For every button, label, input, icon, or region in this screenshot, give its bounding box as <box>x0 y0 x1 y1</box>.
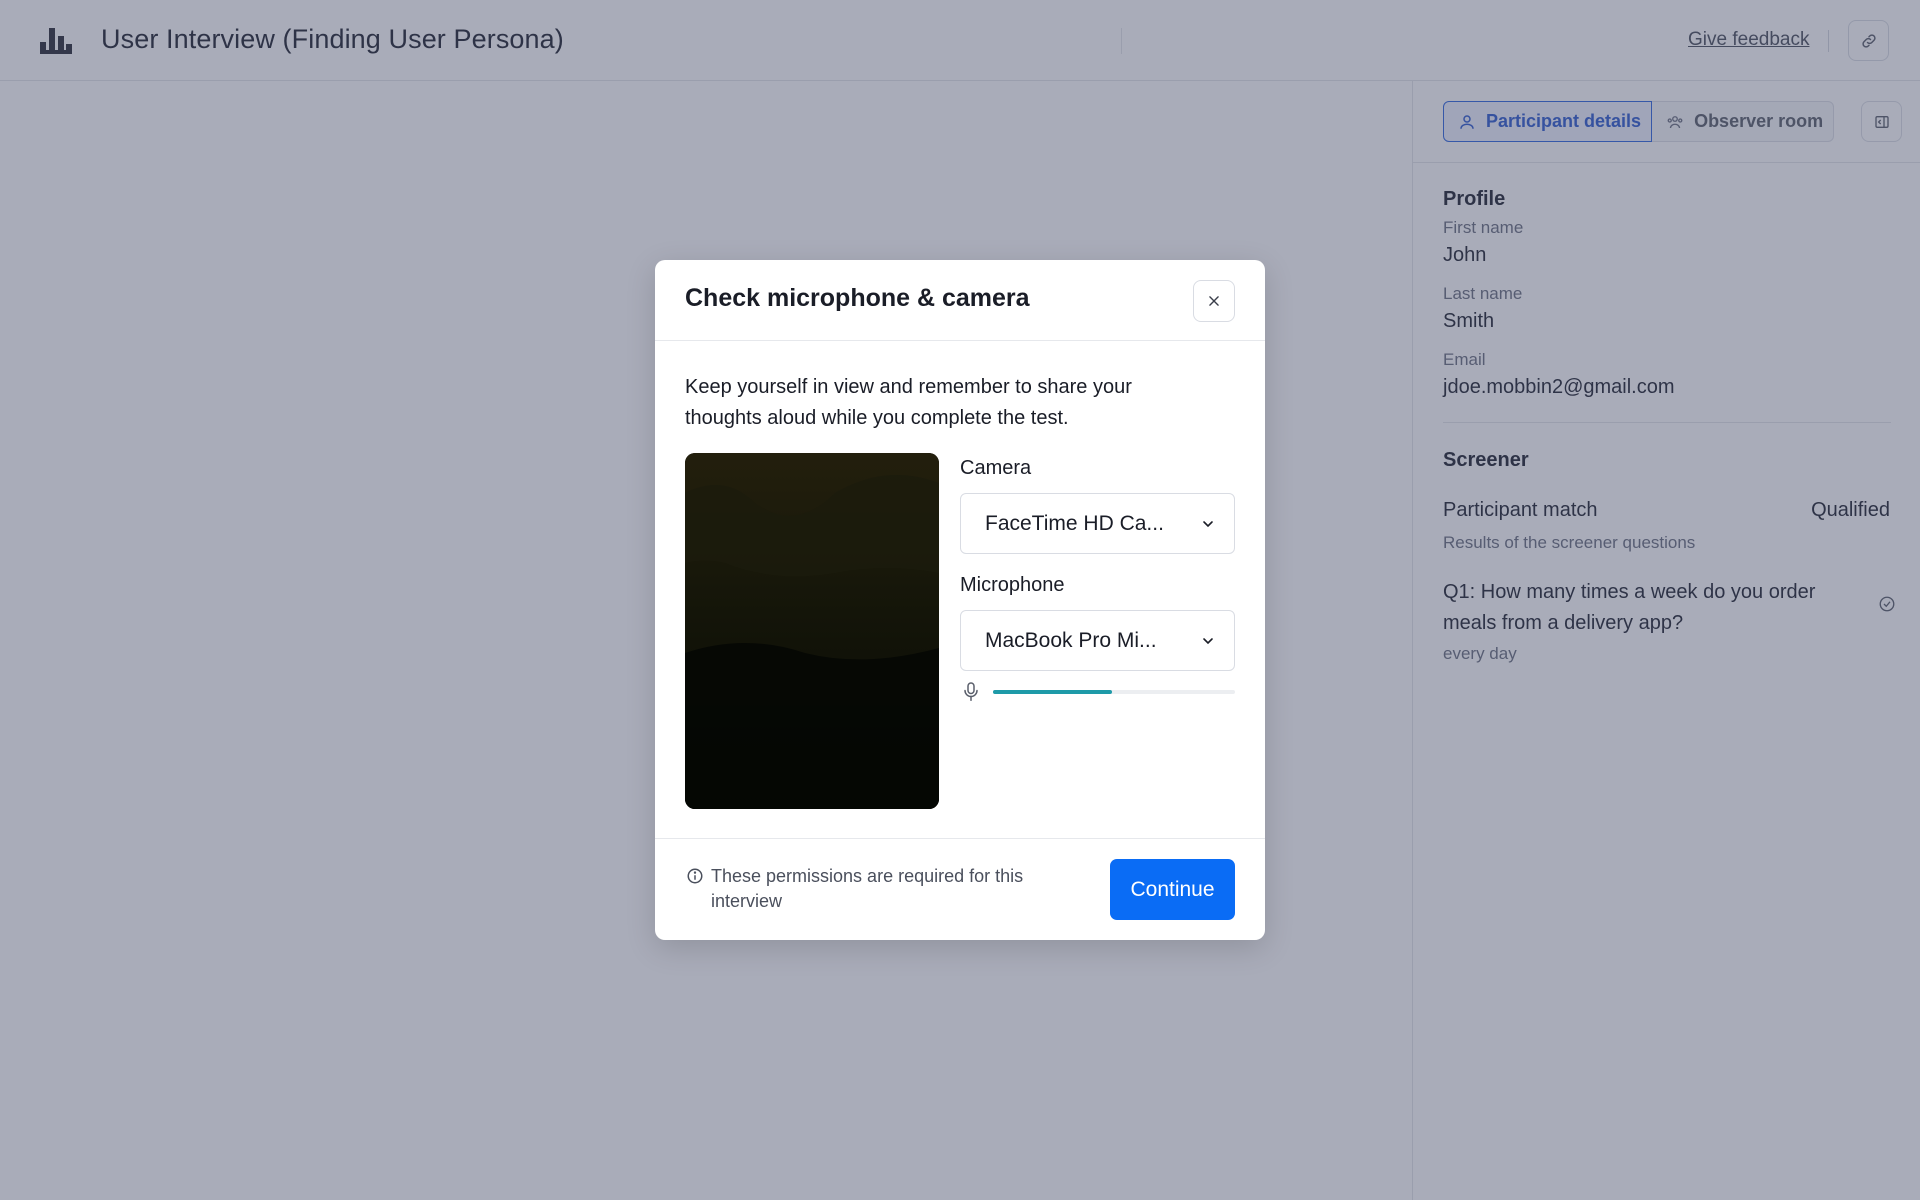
info-icon <box>687 868 703 884</box>
camera-preview-image <box>685 453 939 809</box>
dialog-title: Check microphone & camera <box>685 284 1030 312</box>
camera-label: Camera <box>960 457 1032 479</box>
divider <box>655 340 1265 341</box>
close-icon <box>1209 296 1219 306</box>
microphone-level-meter <box>993 690 1235 694</box>
chevron-down-icon <box>1203 637 1213 644</box>
divider <box>655 838 1265 839</box>
camera-preview <box>685 453 939 809</box>
microphone-select[interactable]: MacBook Pro Mi... <box>960 610 1235 671</box>
device-check-dialog: Check microphone & camera Keep yourself … <box>655 260 1265 940</box>
dialog-description: Keep yourself in view and remember to sh… <box>685 376 1132 429</box>
close-button[interactable] <box>1193 280 1235 322</box>
microphone-level-fill <box>993 690 1112 694</box>
chevron-down-icon <box>1203 520 1213 527</box>
microphone-icon <box>964 682 978 701</box>
camera-select-value: FaceTime HD Ca... <box>985 511 1164 535</box>
continue-button[interactable]: Continue <box>1110 859 1235 920</box>
microphone-label: Microphone <box>960 574 1065 596</box>
camera-select[interactable]: FaceTime HD Ca... <box>960 493 1235 554</box>
permissions-note: These permissions are required for this … <box>711 866 1024 911</box>
microphone-select-value: MacBook Pro Mi... <box>985 628 1157 652</box>
